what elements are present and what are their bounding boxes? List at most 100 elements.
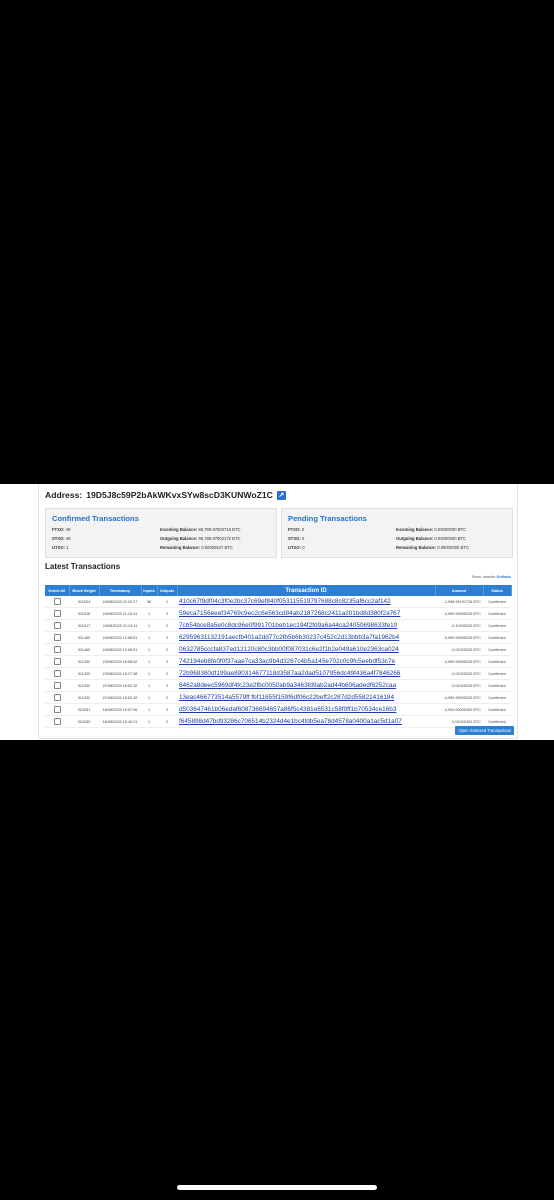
row-select-cell bbox=[45, 667, 69, 680]
confirmed-ftxo: FTXO: 49 bbox=[52, 527, 71, 532]
status-cell: Confirmed bbox=[483, 703, 511, 716]
show-filter: Show: Inscribe Ordinals bbox=[472, 575, 511, 579]
table-row: 911032 21/08/2025 16:52:32 1 2 13eac46677351… bbox=[45, 691, 511, 704]
pending-title: Pending Transactions bbox=[288, 514, 367, 523]
transaction-id-link[interactable]: 410c67f9df04c3f0e2bc37c69ef840f053115519… bbox=[177, 596, 435, 608]
status-cell: Confirmed bbox=[483, 667, 511, 680]
inputs-cell: 1 bbox=[141, 655, 157, 668]
inputs-cell: 1 bbox=[141, 715, 157, 728]
row-checkbox[interactable] bbox=[53, 717, 61, 725]
timestamp-header: Timestamp bbox=[99, 585, 142, 596]
show-label: Show: bbox=[471, 575, 482, 579]
latest-transactions-title: Latest Transactions bbox=[45, 562, 121, 571]
outputs-cell: 2 bbox=[157, 607, 177, 620]
row-checkbox[interactable] bbox=[53, 633, 61, 641]
outputs-cell: 2 bbox=[157, 703, 177, 716]
table-row: 911518 24/08/2025 21:15:41 1 2 59eca7156eeef… bbox=[45, 607, 511, 620]
transaction-id-link[interactable]: 72b968380df199ae890314677118d3587aa2dad5… bbox=[177, 667, 435, 680]
block-height-cell: 911032 bbox=[69, 679, 99, 692]
row-select-cell bbox=[45, 596, 69, 608]
confirmed-transactions-box: Confirmed Transactions FTXO: 49 STXO: 48… bbox=[45, 508, 277, 558]
amount-cell: -4,999.99000226 BTC bbox=[435, 691, 483, 704]
status-cell: Confirmed bbox=[483, 596, 511, 608]
block-height-cell: 911460 bbox=[69, 643, 99, 656]
outputs-cell: 2 bbox=[157, 643, 177, 656]
transaction-id-link[interactable]: 6462a8deec5969df4fc23e2fbc0050ab9a3463fd… bbox=[177, 679, 435, 692]
transaction-id-link[interactable]: 13eac466773514a5579ff fbf11655f159f6df06… bbox=[177, 691, 435, 704]
select-all-header[interactable]: Select All bbox=[45, 585, 70, 596]
timestamp-cell: 21/08/2025 16:52:32 bbox=[99, 679, 141, 692]
inputs-cell: 1 bbox=[141, 679, 157, 692]
transaction-id-link[interactable]: 0632785cccfa837ed12120c80c3bb00f087031c6… bbox=[177, 643, 435, 656]
block-height-cell: 910260 bbox=[69, 715, 99, 728]
pending-utxo: UTXO: 0 bbox=[288, 545, 305, 550]
amount-cell: -0.01000226 BTC bbox=[435, 667, 483, 680]
external-link-icon[interactable]: ↗ bbox=[276, 490, 286, 500]
row-checkbox[interactable] bbox=[53, 705, 61, 713]
show-option-inscribe[interactable]: Inscribe bbox=[483, 575, 496, 579]
status-header: Status bbox=[483, 585, 512, 596]
pending-transactions-box: Pending Transactions FTXO: 0 STXO: 0 UTX… bbox=[281, 508, 513, 558]
row-checkbox[interactable] bbox=[53, 669, 61, 677]
status-cell: Confirmed bbox=[483, 631, 511, 644]
transactions-table: Select All Block Height Timestamp Inputs… bbox=[45, 585, 512, 728]
block-height-cell: 911460 bbox=[69, 631, 99, 644]
row-select-cell bbox=[45, 715, 69, 728]
address-value: 19D5J8c59P2bAkWKvxSYw8scD3KUNWoZ1C bbox=[86, 490, 273, 500]
outputs-cell: 2 bbox=[157, 667, 177, 680]
row-select-cell bbox=[45, 691, 69, 704]
row-select-cell bbox=[45, 619, 69, 632]
row-checkbox[interactable] bbox=[53, 645, 61, 653]
row-checkbox[interactable] bbox=[53, 609, 61, 617]
confirmed-incoming-balance: Incoming Balance: 96,789.97002719 BTC bbox=[160, 527, 241, 532]
confirmed-utxo: UTXO: 1 bbox=[52, 545, 69, 550]
address-label: Address: bbox=[45, 490, 83, 500]
status-cell: Confirmed bbox=[483, 607, 511, 620]
amount-cell: -3,999.99000226 BTC bbox=[435, 607, 483, 620]
inputs-header: Inputs bbox=[141, 585, 158, 596]
status-cell: Confirmed bbox=[483, 691, 511, 704]
confirmed-title: Confirmed Transactions bbox=[52, 514, 139, 523]
amount-cell: -0.10000226 BTC bbox=[435, 619, 483, 632]
row-select-cell bbox=[45, 655, 69, 668]
status-cell: Confirmed bbox=[483, 679, 511, 692]
show-option-ordinals[interactable]: Ordinals bbox=[496, 575, 511, 579]
transaction-id-link[interactable]: f645898d47bd93286c706514b2324d4e1bc4fdb5… bbox=[177, 715, 435, 728]
timestamp-cell: 16/08/2025 10:40:21 bbox=[99, 715, 141, 728]
row-checkbox[interactable] bbox=[53, 681, 61, 689]
timestamp-cell: 24/08/2025 21:14:11 bbox=[99, 619, 141, 632]
transaction-id-header: Transaction ID bbox=[177, 585, 436, 596]
address-row: Address: 19D5J8c59P2bAkWKvxSYw8scD3KUNWo… bbox=[45, 490, 286, 500]
row-select-cell bbox=[45, 631, 69, 644]
block-height-cell: 911329 bbox=[69, 667, 99, 680]
amount-cell: -3,999.99000226 BTC bbox=[435, 655, 483, 668]
transaction-id-link[interactable]: 62959631132191aecfb401a2dd77c2fb5b6b3023… bbox=[177, 631, 435, 644]
transaction-id-link[interactable]: 59eca7156eeef34769c9ec2c6e563cd84ab21872… bbox=[177, 607, 435, 620]
status-cell: Confirmed bbox=[483, 643, 511, 656]
timestamp-cell: 24/08/2025 12:58:51 bbox=[99, 631, 141, 644]
amount-cell: -3,000.00000452 BTC bbox=[435, 703, 483, 716]
table-row: 910260 16/08/2025 10:40:21 1 2 f645898d47bd9… bbox=[45, 715, 511, 728]
amount-cell: -0.01000226 BTC bbox=[435, 679, 483, 692]
status-cell: Confirmed bbox=[483, 619, 511, 632]
confirmed-stxo: STXO: 48 bbox=[52, 536, 71, 541]
inputs-cell: 1 bbox=[141, 667, 157, 680]
block-height-cell: 911524 bbox=[69, 596, 99, 608]
row-checkbox[interactable] bbox=[53, 621, 61, 629]
outputs-cell: 2 bbox=[157, 619, 177, 632]
row-checkbox[interactable] bbox=[53, 693, 61, 701]
pending-remaining-balance: Remaining Balance: 0.00000000 BTC bbox=[396, 545, 469, 550]
transaction-id-link[interactable]: 742194eb8fe0f0f37aae7ca33ac9b4d3267c4b5a… bbox=[177, 655, 435, 668]
open-selected-transactions-button[interactable]: Open Selected Transactions bbox=[455, 726, 514, 735]
pending-stxo: STXO: 0 bbox=[288, 536, 305, 541]
transaction-id-link[interactable]: d503647461b06edaf608736694657a86f5c4381e… bbox=[177, 703, 435, 716]
address-panel: Address: 19D5J8c59P2bAkWKvxSYw8scD3KUNWo… bbox=[38, 484, 518, 739]
row-checkbox[interactable] bbox=[53, 597, 61, 605]
outputs-cell: 2 bbox=[157, 715, 177, 728]
inputs-cell: 1 bbox=[141, 607, 157, 620]
block-height-cell: 911032 bbox=[69, 691, 99, 704]
row-checkbox[interactable] bbox=[53, 657, 61, 665]
transaction-id-link[interactable]: 7cb54bce8a5e0c8dc96e0f991701beb1ec194f2f… bbox=[177, 619, 435, 632]
inputs-cell: 1 bbox=[141, 691, 157, 704]
table-row: 911329 23/08/2025 16:27:38 1 2 72b968380df19… bbox=[45, 667, 511, 680]
